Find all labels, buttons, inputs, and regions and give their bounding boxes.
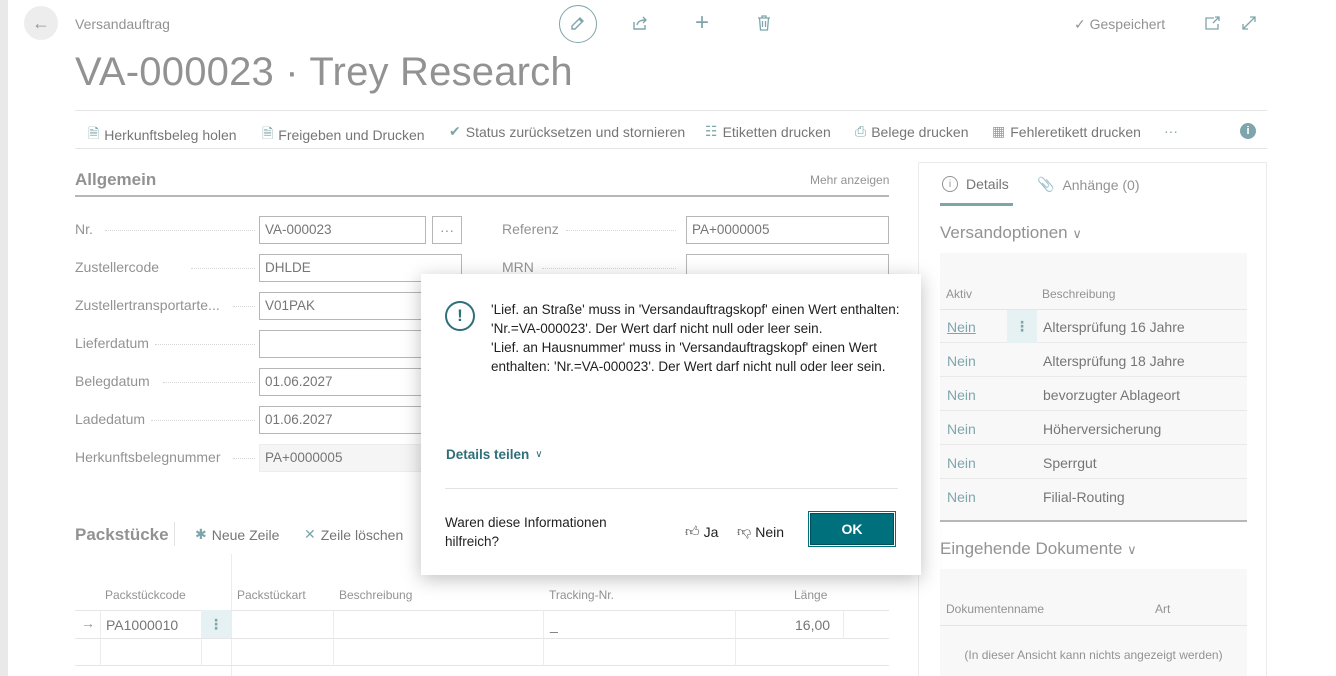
chevron-down-icon: ∨ bbox=[535, 449, 543, 460]
feedback-yes-button[interactable]: 👍︎ Ja bbox=[685, 523, 718, 540]
ok-button[interactable]: OK bbox=[808, 511, 896, 547]
thumbs-down-icon: 👎︎ bbox=[737, 523, 752, 539]
feedback-yes-label: Ja bbox=[703, 523, 719, 540]
error-dialog: ! 'Lief. an Straße' muss in 'Versandauft… bbox=[421, 274, 921, 575]
error-message: 'Lief. an Straße' muss in 'Versandauftra… bbox=[491, 302, 900, 374]
exclamation-circle-icon: ! bbox=[445, 301, 475, 331]
share-details-label: Details teilen bbox=[446, 447, 530, 462]
thumbs-up-icon: 👍︎ bbox=[685, 523, 700, 539]
share-details-toggle[interactable]: Details teilen ∨ bbox=[446, 447, 543, 462]
feedback-question: Waren diese Informationen hilfreich? bbox=[445, 515, 607, 549]
feedback-no-label: Nein bbox=[755, 523, 785, 540]
divider bbox=[445, 488, 898, 489]
feedback-no-button[interactable]: 👎︎ Nein bbox=[737, 523, 784, 540]
